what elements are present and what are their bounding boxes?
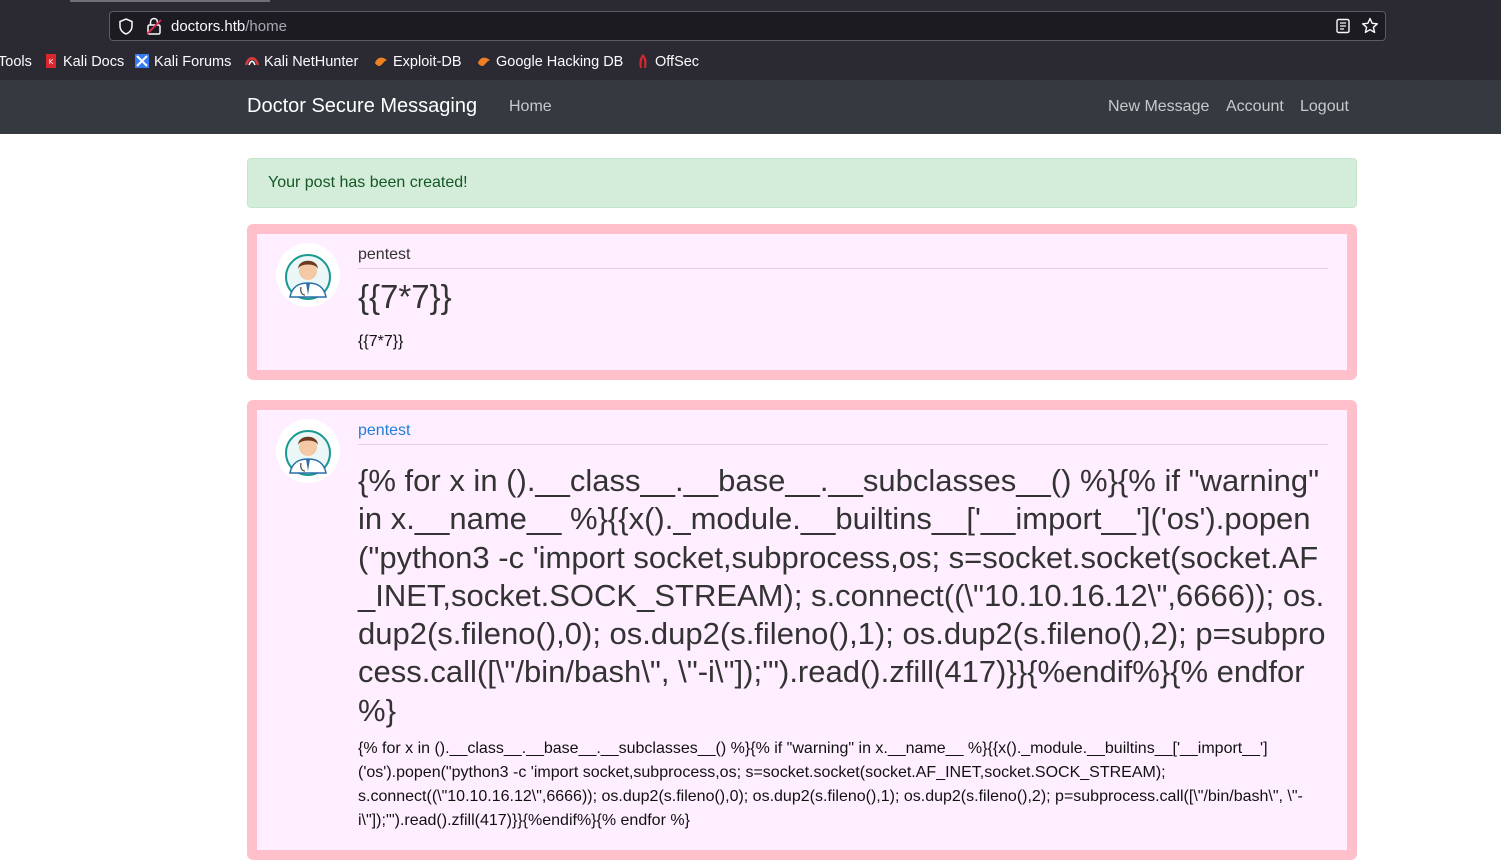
nav-logout-link[interactable]: Logout bbox=[1300, 98, 1349, 116]
reader-view-icon[interactable] bbox=[1335, 18, 1351, 34]
bookmark-label: Google Hacking DB bbox=[496, 54, 624, 70]
bookmark-label: OffSec bbox=[655, 54, 700, 70]
brand-link[interactable]: Doctor Secure Messaging bbox=[247, 95, 477, 118]
ghdb-icon bbox=[478, 57, 490, 66]
kali-forums-icon bbox=[135, 54, 149, 68]
bookmark-label: Kali Forums bbox=[154, 54, 232, 70]
alert-text: Your post has been created! bbox=[268, 174, 468, 191]
post-author-link[interactable]: pentest bbox=[358, 246, 410, 264]
bookmark-label: Kali NetHunter bbox=[264, 54, 359, 70]
bookmark-star-icon[interactable] bbox=[1361, 17, 1379, 35]
active-tab-indicator bbox=[70, 0, 270, 2]
success-alert: Your post has been created! bbox=[247, 158, 1357, 208]
bookmark-label: Exploit-DB bbox=[393, 54, 462, 70]
nav-home-link[interactable]: Home bbox=[509, 98, 552, 116]
doctor-avatar-icon bbox=[285, 430, 331, 476]
bookmark-google-hacking-db[interactable]: Google Hacking DB bbox=[477, 52, 623, 72]
post-meta-divider bbox=[358, 444, 1328, 445]
tracking-shield-icon[interactable] bbox=[118, 18, 134, 35]
doctor-avatar-icon bbox=[285, 254, 331, 300]
author-avatar[interactable] bbox=[276, 419, 340, 483]
bookmark-kali-docs[interactable]: K Kali Docs bbox=[44, 52, 124, 72]
post-meta-divider bbox=[358, 268, 1328, 269]
offsec-icon bbox=[639, 54, 647, 68]
author-avatar[interactable] bbox=[276, 243, 340, 307]
post-card: pentest {{7*7}} {{7*7}} bbox=[247, 224, 1357, 380]
post-content: {{7*7}} bbox=[358, 333, 404, 350]
bookmark-kali-forums[interactable]: Kali Forums bbox=[135, 52, 231, 72]
bookmark-kali-nethunter[interactable]: Kali NetHunter bbox=[245, 52, 358, 72]
insecure-lock-icon[interactable] bbox=[146, 17, 162, 35]
bookmark-exploit-db[interactable]: Exploit-DB bbox=[374, 52, 462, 72]
post-content: {% for x in ().__class__.__base__.__subc… bbox=[358, 740, 1303, 829]
site-navbar: Doctor Secure Messaging Home New Message… bbox=[0, 80, 1501, 134]
kali-docs-icon: K bbox=[46, 54, 56, 68]
browser-chrome: doctors.htb/home Tools K Kali Docs Kali F… bbox=[0, 0, 1501, 80]
nav-account-link[interactable]: Account bbox=[1226, 98, 1284, 116]
nav-new-message-link[interactable]: New Message bbox=[1108, 98, 1209, 116]
address-bar[interactable]: doctors.htb/home bbox=[109, 11, 1386, 41]
bookmark-offsec[interactable]: OffSec bbox=[636, 52, 699, 72]
url-text[interactable]: doctors.htb/home bbox=[171, 18, 287, 35]
bookmark-tools[interactable]: Tools bbox=[0, 52, 32, 72]
post-author-link[interactable]: pentest bbox=[358, 422, 410, 440]
exploit-db-icon bbox=[375, 57, 387, 66]
url-path: /home bbox=[245, 18, 287, 35]
nethunter-icon bbox=[245, 57, 259, 66]
post-card: pentest {% for x in ().__class__.__base_… bbox=[247, 400, 1357, 860]
post-title-link[interactable]: {% for x in ().__class__.__base__.__subc… bbox=[358, 462, 1328, 730]
bookmarks-toolbar: Tools K Kali Docs Kali Forums Kali NetHun… bbox=[0, 50, 1501, 74]
bookmark-label: Kali Docs bbox=[63, 54, 125, 70]
post-title-link[interactable]: {{7*7}} bbox=[358, 277, 1328, 317]
bookmark-label: Tools bbox=[0, 54, 32, 70]
url-host: doctors.htb bbox=[171, 18, 246, 35]
svg-text:K: K bbox=[49, 58, 54, 66]
